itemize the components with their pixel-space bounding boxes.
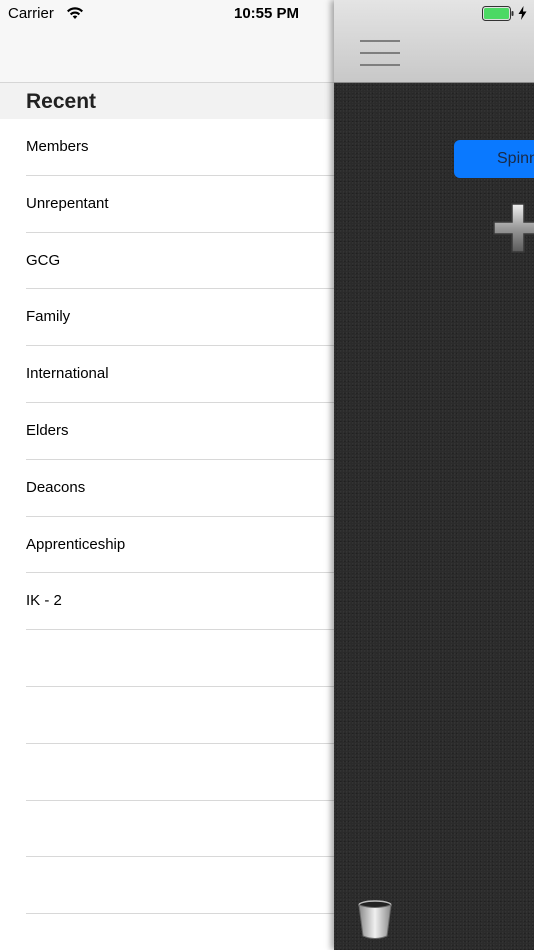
battery-icon [482,6,514,21]
plus-icon[interactable] [492,202,534,254]
list-item[interactable]: International [0,346,334,403]
row-divider [26,913,334,915]
list-item[interactable]: GCG [0,233,334,290]
list-item-label: International [26,365,109,383]
list-item[interactable]: Family [0,289,334,347]
clock-label: 10:55 PM [234,5,300,22]
list-item[interactable]: Apprenticeship [0,517,334,574]
empty-list-item [0,744,334,801]
list-item[interactable]: Members [0,119,334,176]
list-item[interactable]: Elders [0,403,334,460]
status-bar: Carrier 10:55 PM [0,0,534,28]
trash-bin-icon[interactable] [356,900,394,940]
spin-button[interactable]: Spinn [454,140,534,178]
list-item[interactable]: IK - 2 [0,573,334,631]
empty-list-item [0,857,334,915]
main-panel: Spinn [334,0,534,950]
list-item-label: Elders [26,421,69,439]
list-item-label: Members [26,138,89,155]
list-item[interactable]: Unrepentant [0,176,334,233]
charging-bolt-icon [518,6,527,20]
list-item-label: IK - 2 [26,592,62,610]
app-root: Carrier 10:55 PM Recent Members Unrepent… [0,0,534,950]
section-header: Recent [0,83,334,119]
wifi-icon [67,7,83,19]
empty-list-item [0,630,334,687]
side-menu: Recent Members Unrepentant GCG Family In… [0,0,334,950]
carrier-label: Carrier [8,5,54,22]
list-item-label: GCG [26,251,61,269]
list-item-label: Deacons [26,478,86,496]
hamburger-menu-icon[interactable] [360,40,400,68]
list-item-label: Unrepentant [26,194,109,212]
list-item-label: Family [26,308,71,326]
empty-list-item [0,801,334,858]
list-item[interactable]: Deacons [0,460,334,517]
list-item-label: Apprenticeship [26,535,126,553]
recent-list: Members Unrepentant GCG Family Internati… [0,119,334,915]
section-title: Recent [26,90,97,113]
empty-list-item [0,687,334,744]
